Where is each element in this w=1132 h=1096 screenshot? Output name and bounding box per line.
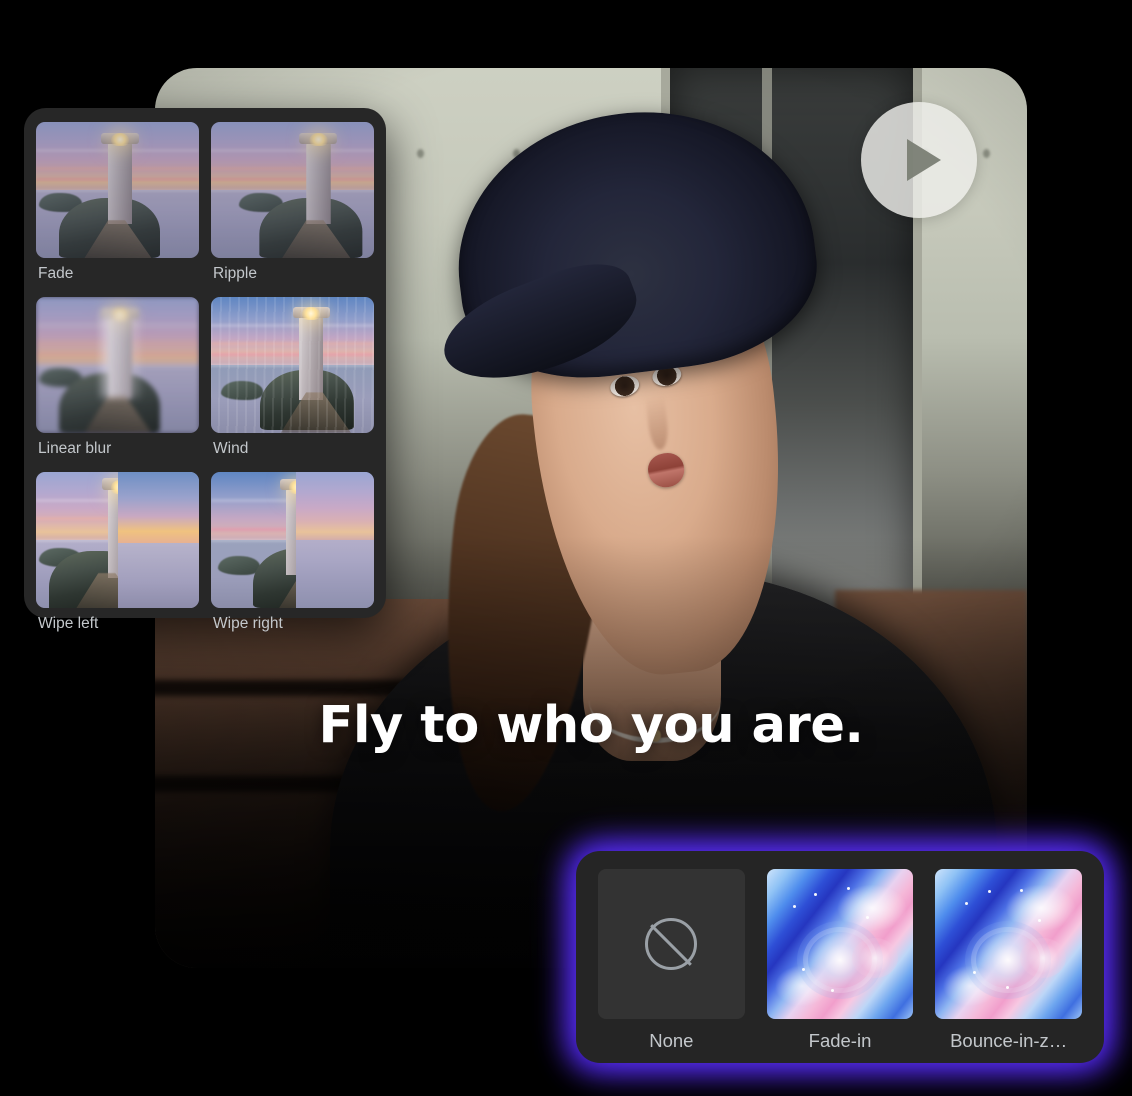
animation-item-none[interactable]: None [598,869,745,1053]
lighthouse-art [36,122,199,258]
video-caption-text: Fly to who you are. [318,696,864,755]
transition-thumbnail-fade[interactable] [36,122,199,258]
transition-label: Wind [213,440,249,457]
animation-thumbnail-none[interactable] [598,869,745,1019]
transition-thumbnail-wipe-left[interactable] [36,472,199,608]
marble-art [766,869,914,1019]
transition-thumbnail-wipe-right[interactable] [211,472,374,608]
wipe-pane [117,472,199,608]
marble-art [935,869,1083,1019]
animation-thumbnail-bounce-in-z[interactable] [935,869,1083,1019]
transition-label: Wipe left [38,615,99,632]
transition-item-wipe-right[interactable]: Wipe right [211,472,374,639]
transition-label: Wipe right [213,615,283,632]
play-button[interactable] [861,102,977,218]
transition-label: Ripple [213,265,257,282]
transition-thumbnail-wind[interactable] [211,297,374,433]
transition-item-fade[interactable]: Fade [36,122,199,289]
animation-label: Fade-in [808,1030,872,1051]
transition-thumbnail-linear-blur[interactable] [36,297,199,433]
transition-label: Fade [38,265,74,282]
animation-thumbnail-fade-in[interactable] [766,869,914,1019]
transitions-grid: Fade Ripple Linear blur Wind Wipe left W… [36,122,374,639]
canvas: Fly to who you are. Fade Ripple Linear b… [0,0,1132,1096]
wipe-pane [295,472,374,608]
animation-item-fade-in[interactable]: Fade-in [766,869,914,1053]
play-triangle-icon [906,139,941,181]
animation-label: None [649,1030,694,1051]
transitions-panel[interactable]: Fade Ripple Linear blur Wind Wipe left W… [24,108,386,632]
animation-item-bounce-in-z[interactable]: Bounce-in-z… [935,869,1083,1053]
transition-thumbnail-ripple[interactable] [211,122,374,258]
transition-item-wipe-left[interactable]: Wipe left [36,472,199,639]
transition-item-linear-blur[interactable]: Linear blur [36,297,199,464]
animations-panel[interactable]: None Fade-in Bounce-in-z… [576,851,1104,1063]
transition-label: Linear blur [38,440,112,457]
prohibition-icon [645,918,698,970]
animations-panel-wrapper: None Fade-in Bounce-in-z… [568,843,1112,1071]
lighthouse-art [211,122,374,258]
transition-item-wind[interactable]: Wind [211,297,374,464]
animation-label: Bounce-in-z… [950,1030,1068,1051]
transition-item-ripple[interactable]: Ripple [211,122,374,289]
lighthouse-art [211,297,374,433]
blur-ghost-overlay [36,297,199,433]
